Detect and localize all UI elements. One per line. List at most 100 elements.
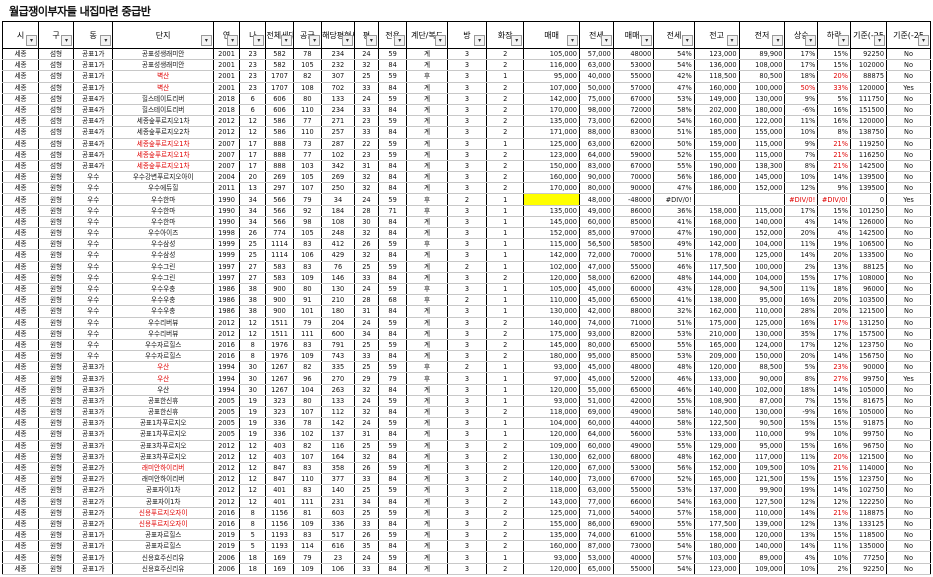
table-cell[interactable]: 원형 xyxy=(38,361,75,374)
table-cell[interactable]: 186,000 xyxy=(693,182,740,195)
table-cell[interactable]: 2 xyxy=(486,339,525,352)
table-cell[interactable]: 3 xyxy=(446,563,488,575)
table-cell[interactable]: 100,000 xyxy=(738,82,786,94)
table-cell[interactable]: 2 xyxy=(446,294,488,307)
table-cell[interactable]: 117,500 xyxy=(693,261,740,273)
table-cell[interactable]: 원형 xyxy=(38,317,75,329)
table-cell[interactable]: 16% xyxy=(784,294,819,307)
column-header[interactable]: 매매- ▾ xyxy=(612,21,655,49)
table-cell[interactable]: 공표3가 xyxy=(73,406,114,419)
table-cell[interactable]: 공표2가 xyxy=(73,518,114,531)
table-cell[interactable]: 80 xyxy=(292,395,323,408)
table-cell[interactable]: 84 xyxy=(377,160,408,173)
table-cell[interactable]: 67000 xyxy=(612,160,655,173)
table-cell[interactable]: 3 xyxy=(446,171,488,184)
table-cell[interactable]: 109,000 xyxy=(523,440,580,452)
filter-dropdown-icon[interactable]: ▾ xyxy=(600,35,612,46)
table-cell[interactable]: 3 xyxy=(446,70,488,83)
table-cell[interactable]: 1 xyxy=(486,294,525,307)
table-cell[interactable]: 84 xyxy=(377,182,408,195)
table-cell[interactable]: 우수 xyxy=(73,182,114,195)
table-cell[interactable]: 69,000 xyxy=(578,406,614,419)
table-cell[interactable]: 888 xyxy=(265,160,294,173)
table-cell[interactable]: 120,000 xyxy=(523,428,580,441)
table-cell[interactable]: 세종 xyxy=(1,82,40,94)
table-cell[interactable]: No xyxy=(886,272,931,284)
table-cell[interactable]: 158,000 xyxy=(693,507,740,519)
table-cell[interactable]: 130,000 xyxy=(523,451,580,463)
table-cell[interactable]: 59 xyxy=(377,339,408,352)
table-cell[interactable]: 10% xyxy=(784,126,819,139)
table-cell[interactable]: No xyxy=(886,261,931,273)
table-cell[interactable]: No xyxy=(886,350,931,363)
table-cell[interactable]: 125,000 xyxy=(523,138,580,150)
table-cell[interactable]: 54% xyxy=(653,563,695,575)
table-cell[interactable]: 83 xyxy=(292,462,323,475)
table-cell[interactable]: 401 xyxy=(265,496,294,508)
table-cell[interactable]: 14% xyxy=(817,484,852,497)
table-cell[interactable]: 586 xyxy=(265,126,294,139)
table-cell[interactable]: 원형 xyxy=(38,249,75,262)
table-cell[interactable]: 23 xyxy=(239,82,267,94)
table-cell[interactable]: 2012 xyxy=(212,473,241,486)
table-cell[interactable]: 185,000 xyxy=(693,126,740,139)
filter-dropdown-icon[interactable]: ▾ xyxy=(681,35,693,46)
table-cell[interactable]: 7% xyxy=(784,395,819,408)
table-cell[interactable]: 210 xyxy=(321,294,355,307)
table-cell[interactable]: 세종숲푸르지오1차 xyxy=(112,149,214,161)
table-cell[interactable]: 2% xyxy=(784,261,819,273)
table-cell[interactable]: 104,000 xyxy=(523,417,580,430)
table-cell[interactable]: 23 xyxy=(353,115,379,128)
column-header[interactable]: 단지 ▾ xyxy=(112,21,214,49)
table-cell[interactable]: 52% xyxy=(653,473,695,486)
table-cell[interactable]: 47% xyxy=(653,82,695,94)
table-cell[interactable]: 원형 xyxy=(38,328,75,340)
table-cell[interactable]: No xyxy=(886,563,931,575)
table-cell[interactable]: 31 xyxy=(353,160,379,173)
table-cell[interactable]: 140 xyxy=(321,484,355,497)
table-cell[interactable]: Yes xyxy=(886,82,931,94)
table-cell[interactable]: 계 xyxy=(406,216,448,229)
table-cell[interactable]: 65000 xyxy=(612,339,655,352)
table-cell[interactable]: 원형 xyxy=(38,529,75,542)
table-cell[interactable]: 1193 xyxy=(265,540,294,553)
table-cell[interactable]: 2 xyxy=(486,507,525,519)
table-cell[interactable]: 190,000 xyxy=(693,227,740,240)
table-cell[interactable]: 우수그린 xyxy=(112,272,214,284)
table-cell[interactable]: 116 xyxy=(321,440,355,452)
table-cell[interactable]: 우수자르힐스 xyxy=(112,350,214,363)
table-cell[interactable]: 4% xyxy=(817,227,852,240)
table-cell[interactable]: 81 xyxy=(292,507,323,519)
table-cell[interactable]: 180,000 xyxy=(738,104,786,117)
table-cell[interactable]: 50% xyxy=(653,138,695,150)
table-cell[interactable]: 세종 xyxy=(1,451,40,463)
table-cell[interactable]: 11% xyxy=(784,238,819,251)
table-cell[interactable]: 계 xyxy=(406,484,448,497)
table-cell[interactable]: 우수아이즈 xyxy=(112,227,214,240)
table-cell[interactable]: 84 xyxy=(377,249,408,262)
table-cell[interactable]: 140,000 xyxy=(523,317,580,329)
table-cell[interactable]: 2 xyxy=(486,82,525,94)
table-cell[interactable]: 59 xyxy=(377,149,408,161)
table-cell[interactable]: No xyxy=(886,428,931,441)
table-cell[interactable]: 135000 xyxy=(850,540,888,553)
table-cell[interactable]: 2 xyxy=(486,126,525,139)
table-cell[interactable]: 32 xyxy=(353,182,379,195)
table-cell[interactable]: 18 xyxy=(239,551,267,564)
table-cell[interactable]: 125,000 xyxy=(738,249,786,262)
table-cell[interactable]: 30 xyxy=(353,216,379,229)
table-cell[interactable]: 2016 xyxy=(212,518,241,531)
table-cell[interactable]: 3 xyxy=(446,395,488,408)
table-cell[interactable]: 1707 xyxy=(265,70,294,83)
column-header[interactable]: 매매 ▾ xyxy=(523,21,580,49)
table-cell[interactable]: 21% xyxy=(817,138,852,150)
table-cell[interactable]: 118500 xyxy=(850,529,888,542)
table-cell[interactable]: 135,000 xyxy=(523,115,580,128)
table-cell[interactable]: 2001 xyxy=(212,48,241,61)
table-cell[interactable]: 20% xyxy=(817,451,852,463)
table-cell[interactable]: 155,000 xyxy=(738,126,786,139)
table-cell[interactable]: 50,000 xyxy=(578,82,614,94)
table-cell[interactable]: 91 xyxy=(292,294,323,307)
table-cell[interactable]: 186,000 xyxy=(693,171,740,184)
table-cell[interactable]: 111 xyxy=(292,328,323,340)
